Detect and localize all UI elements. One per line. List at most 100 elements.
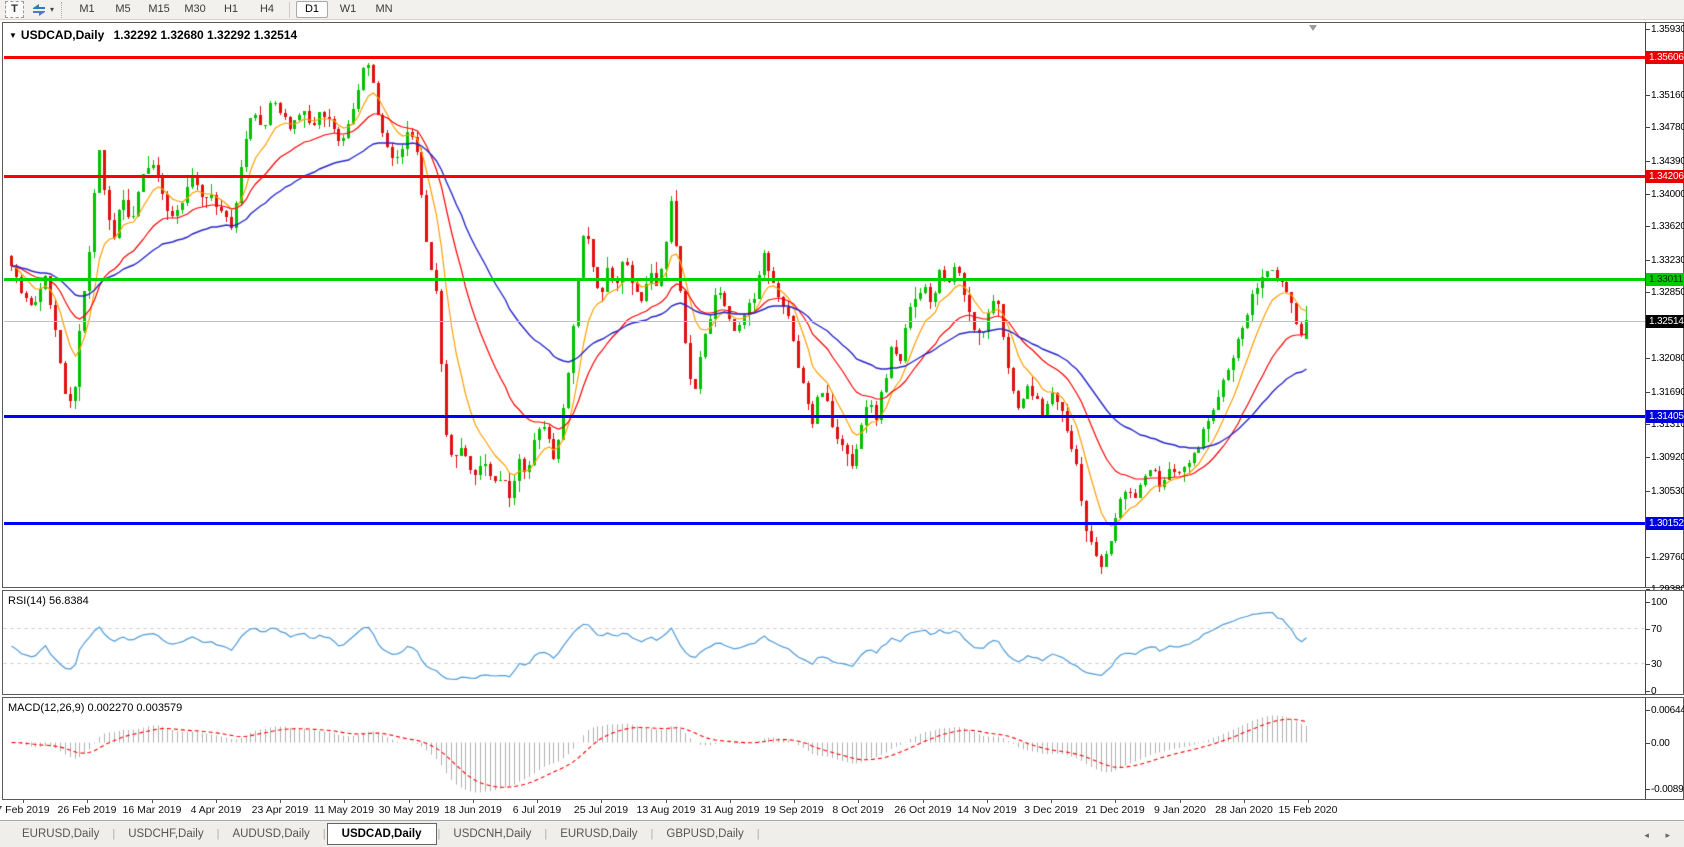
date-axis-tickmark [666, 800, 667, 803]
chart-ohlc-values: 1.32292 1.32680 1.32292 1.32514 [114, 28, 298, 42]
date-label: 26 Oct 2019 [894, 804, 951, 816]
level-line[interactable] [4, 522, 1645, 525]
date-label: 30 May 2019 [379, 804, 440, 816]
macd-label: MACD(12,26,9) 0.002270 0.003579 [8, 702, 182, 714]
price-axis-tickmark [1646, 392, 1650, 393]
chart-title: ▼ USDCAD,Daily 1.32292 1.32680 1.32292 1.… [9, 28, 297, 42]
date-axis-tickmark [216, 800, 217, 803]
rsi-axis-tick: 70 [1651, 624, 1662, 635]
timeframe-button-h1[interactable]: H1 [215, 1, 247, 18]
timeframe-button-d1[interactable]: D1 [296, 1, 328, 18]
symbol-swap-icon[interactable] [30, 2, 48, 17]
date-label: 9 Jan 2020 [1154, 804, 1206, 816]
timeframe-button-m5[interactable]: M5 [107, 1, 139, 18]
price-axis-tick: 1.35160 [1651, 90, 1684, 101]
chart-tab-usdchf-1[interactable]: USDCHF,Daily [116, 824, 215, 844]
date-axis-tickmark [23, 800, 24, 803]
date-axis: 7 Feb 201926 Feb 201916 Mar 20194 Apr 20… [0, 800, 1684, 819]
chart-tab-bar: EURUSD,Daily|USDCHF,Daily|AUDUSD,Daily|U… [0, 820, 1684, 847]
price-axis-tick: 1.32080 [1651, 353, 1684, 364]
date-label: 11 May 2019 [314, 804, 374, 816]
rsi-axis-tickmark [1646, 691, 1650, 692]
level-line[interactable] [4, 56, 1645, 59]
rsi-axis-tick: 30 [1651, 659, 1662, 670]
level-line[interactable] [4, 175, 1645, 178]
timeframe-button-w1[interactable]: W1 [332, 1, 364, 18]
date-axis-tickmark [280, 800, 281, 803]
price-axis-tick: 1.30920 [1651, 452, 1684, 463]
level-line[interactable] [4, 278, 1645, 281]
timeframe-button-mn[interactable]: MN [368, 1, 400, 18]
date-axis-tickmark [1244, 800, 1245, 803]
tab-scroll-arrows: ◂ ▸ [1630, 830, 1670, 841]
price-axis-tickmark [1646, 194, 1650, 195]
date-axis-tickmark [858, 800, 859, 803]
date-axis-tickmark [152, 800, 153, 803]
price-axis-tickmark [1646, 292, 1650, 293]
date-label: 4 Apr 2019 [191, 804, 242, 816]
tab-scroll-left-icon[interactable]: ◂ [1644, 830, 1649, 840]
rsi-panel: RSI(14) 56.8384 10070300 [2, 590, 1684, 695]
dropdown-caret-icon[interactable]: ▾ [50, 5, 54, 14]
toolbar-separator [289, 2, 290, 18]
timeframe-button-m30[interactable]: M30 [179, 1, 211, 18]
price-axis-tickmark [1646, 95, 1650, 96]
rsi-axis-separator [1645, 591, 1646, 694]
date-label: 25 Jul 2019 [574, 804, 628, 816]
current-price-badge: 1.32514 [1646, 315, 1684, 328]
price-axis-tick: 1.33230 [1651, 255, 1684, 266]
price-axis-tick: 1.30530 [1651, 486, 1684, 497]
date-label: 19 Sep 2019 [764, 804, 824, 816]
level-line[interactable] [4, 415, 1645, 418]
price-axis-tick: 1.35930 [1651, 24, 1684, 35]
chart-symbol-period: USDCAD,Daily [21, 28, 104, 42]
macd-axis-tick: -0.008982 [1651, 784, 1684, 795]
date-axis-tickmark [1180, 800, 1181, 803]
date-axis-tickmark [794, 800, 795, 803]
chart-tab-eurusd-0[interactable]: EURUSD,Daily [10, 824, 111, 844]
chart-tab-audusd-2[interactable]: AUDUSD,Daily [220, 824, 321, 844]
symbol-dropdown-icon[interactable]: ▼ [9, 31, 17, 40]
date-label: 16 Mar 2019 [123, 804, 182, 816]
timeframe-button-m15[interactable]: M15 [143, 1, 175, 18]
macd-axis-tick: 0.00 [1651, 738, 1670, 749]
macd-axis-tick: 0.006448 [1651, 705, 1684, 716]
timeframe-button-h4[interactable]: H4 [251, 1, 283, 18]
chart-tab-eurusd-5[interactable]: EURUSD,Daily [548, 824, 649, 844]
text-tool-button[interactable]: T [5, 1, 24, 18]
price-chart-canvas[interactable] [3, 23, 1645, 587]
toolbar-grip [61, 2, 62, 18]
rsi-axis-tickmark [1646, 602, 1650, 603]
price-axis-tick: 1.34780 [1651, 122, 1684, 133]
date-axis-tickmark [923, 800, 924, 803]
chart-tab-usdcnh-4[interactable]: USDCNH,Daily [441, 824, 543, 844]
price-axis-tickmark [1646, 424, 1650, 425]
tab-scroll-right-icon[interactable]: ▸ [1665, 830, 1670, 840]
date-label: 8 Oct 2019 [832, 804, 883, 816]
date-axis-tickmark [473, 800, 474, 803]
date-axis-tickmark [409, 800, 410, 803]
chart-shift-marker-icon[interactable] [1309, 25, 1317, 31]
price-level-badge: 1.33011 [1646, 273, 1684, 286]
price-axis-tickmark [1646, 491, 1650, 492]
price-level-badge: 1.31405 [1646, 410, 1684, 423]
timeframe-button-m1[interactable]: M1 [71, 1, 103, 18]
chart-tab-gbpusd-6[interactable]: GBPUSD,Daily [654, 824, 755, 844]
macd-canvas[interactable] [3, 698, 1645, 799]
rsi-axis-tickmark [1646, 664, 1650, 665]
rsi-label: RSI(14) 56.8384 [8, 595, 89, 607]
date-axis-tickmark [987, 800, 988, 803]
price-axis-tick: 1.31690 [1651, 387, 1684, 398]
macd-axis-separator [1645, 698, 1646, 799]
rsi-canvas[interactable] [3, 591, 1645, 694]
macd-axis-tickmark [1646, 710, 1650, 711]
chart-tab-usdcad-3[interactable]: USDCAD,Daily [327, 823, 437, 845]
date-label: 23 Apr 2019 [252, 804, 309, 816]
date-label: 21 Dec 2019 [1085, 804, 1145, 816]
price-axis-tickmark [1646, 161, 1650, 162]
date-axis-tickmark [730, 800, 731, 803]
date-label: 7 Feb 2019 [0, 804, 50, 816]
date-axis-tickmark [1308, 800, 1309, 803]
price-axis-tick: 1.34000 [1651, 189, 1684, 200]
price-axis-tickmark [1646, 457, 1650, 458]
